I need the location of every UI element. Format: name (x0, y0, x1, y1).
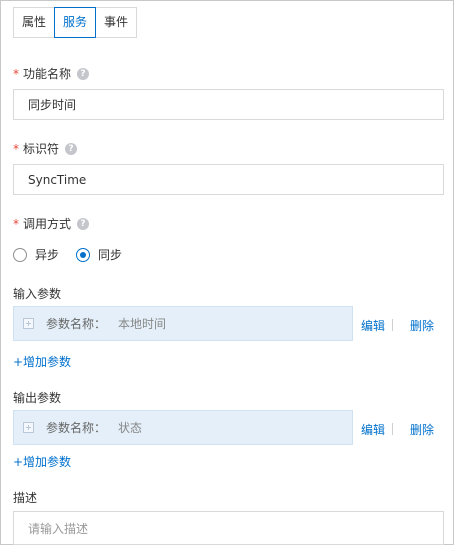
help-icon[interactable]: ? (77, 67, 90, 80)
output-param-row: 参数名称： 状态 (13, 410, 353, 445)
radio-async-label: 异步 (35, 248, 60, 262)
radio-circle-checked[interactable] (76, 247, 91, 262)
param-name-label: 参数名称： (46, 421, 107, 435)
identifier-label: 标识符 (23, 142, 60, 156)
delete-input-param-button[interactable]: 删除 (410, 317, 434, 334)
description-label: 描述 (13, 491, 38, 505)
input-param-row: 参数名称： 本地时间 (13, 306, 353, 341)
description-input[interactable]: 请输入描述 (13, 511, 444, 545)
help-icon[interactable]: ? (77, 217, 90, 230)
call-method-radio-group: 异步 同步 (13, 246, 139, 263)
param-name-value: 本地时间 (118, 317, 167, 331)
tab-properties[interactable]: 属性 (13, 7, 56, 38)
param-name-value: 状态 (118, 421, 143, 435)
param-name-label: 参数名称： (46, 317, 107, 331)
function-name-label: 功能名称 (23, 67, 72, 81)
tab-events[interactable]: 事件 (95, 7, 138, 38)
identifier-label-row: * 标识符 ? (13, 140, 78, 157)
radio-async[interactable]: 异步 (13, 246, 59, 263)
divider (392, 423, 393, 435)
radio-circle[interactable] (13, 247, 27, 262)
radio-sync[interactable]: 同步 (76, 246, 122, 263)
required-mark: * (13, 66, 19, 81)
delete-output-param-button[interactable]: 删除 (410, 421, 434, 438)
required-mark: * (13, 216, 19, 231)
add-output-param-link[interactable]: +增加参数 (13, 453, 71, 470)
edit-input-param-button[interactable]: 编辑 (361, 317, 385, 334)
identifier-input[interactable]: SyncTime (13, 164, 444, 195)
call-method-label-row: * 调用方式 ? (13, 215, 90, 232)
add-input-param-link[interactable]: +增加参数 (13, 353, 71, 370)
help-icon[interactable]: ? (65, 142, 78, 155)
input-params-label: 输入参数 (13, 287, 62, 301)
tab-services[interactable]: 服务 (54, 7, 97, 38)
radio-sync-label: 同步 (98, 248, 123, 262)
function-name-label-row: * 功能名称 ? (13, 65, 90, 82)
tab-bar: 属性 服务 事件 (13, 7, 138, 38)
service-definition-panel: 属性 服务 事件 * 功能名称 ? 同步时间 * 标识符 ? SyncTime … (0, 0, 454, 545)
expand-icon[interactable] (23, 422, 34, 433)
output-params-label: 输出参数 (13, 391, 62, 405)
edit-output-param-button[interactable]: 编辑 (361, 421, 385, 438)
expand-icon[interactable] (23, 318, 34, 329)
divider (392, 319, 393, 331)
function-name-input[interactable]: 同步时间 (13, 89, 444, 120)
required-mark: * (13, 141, 19, 156)
call-method-label: 调用方式 (23, 217, 72, 231)
